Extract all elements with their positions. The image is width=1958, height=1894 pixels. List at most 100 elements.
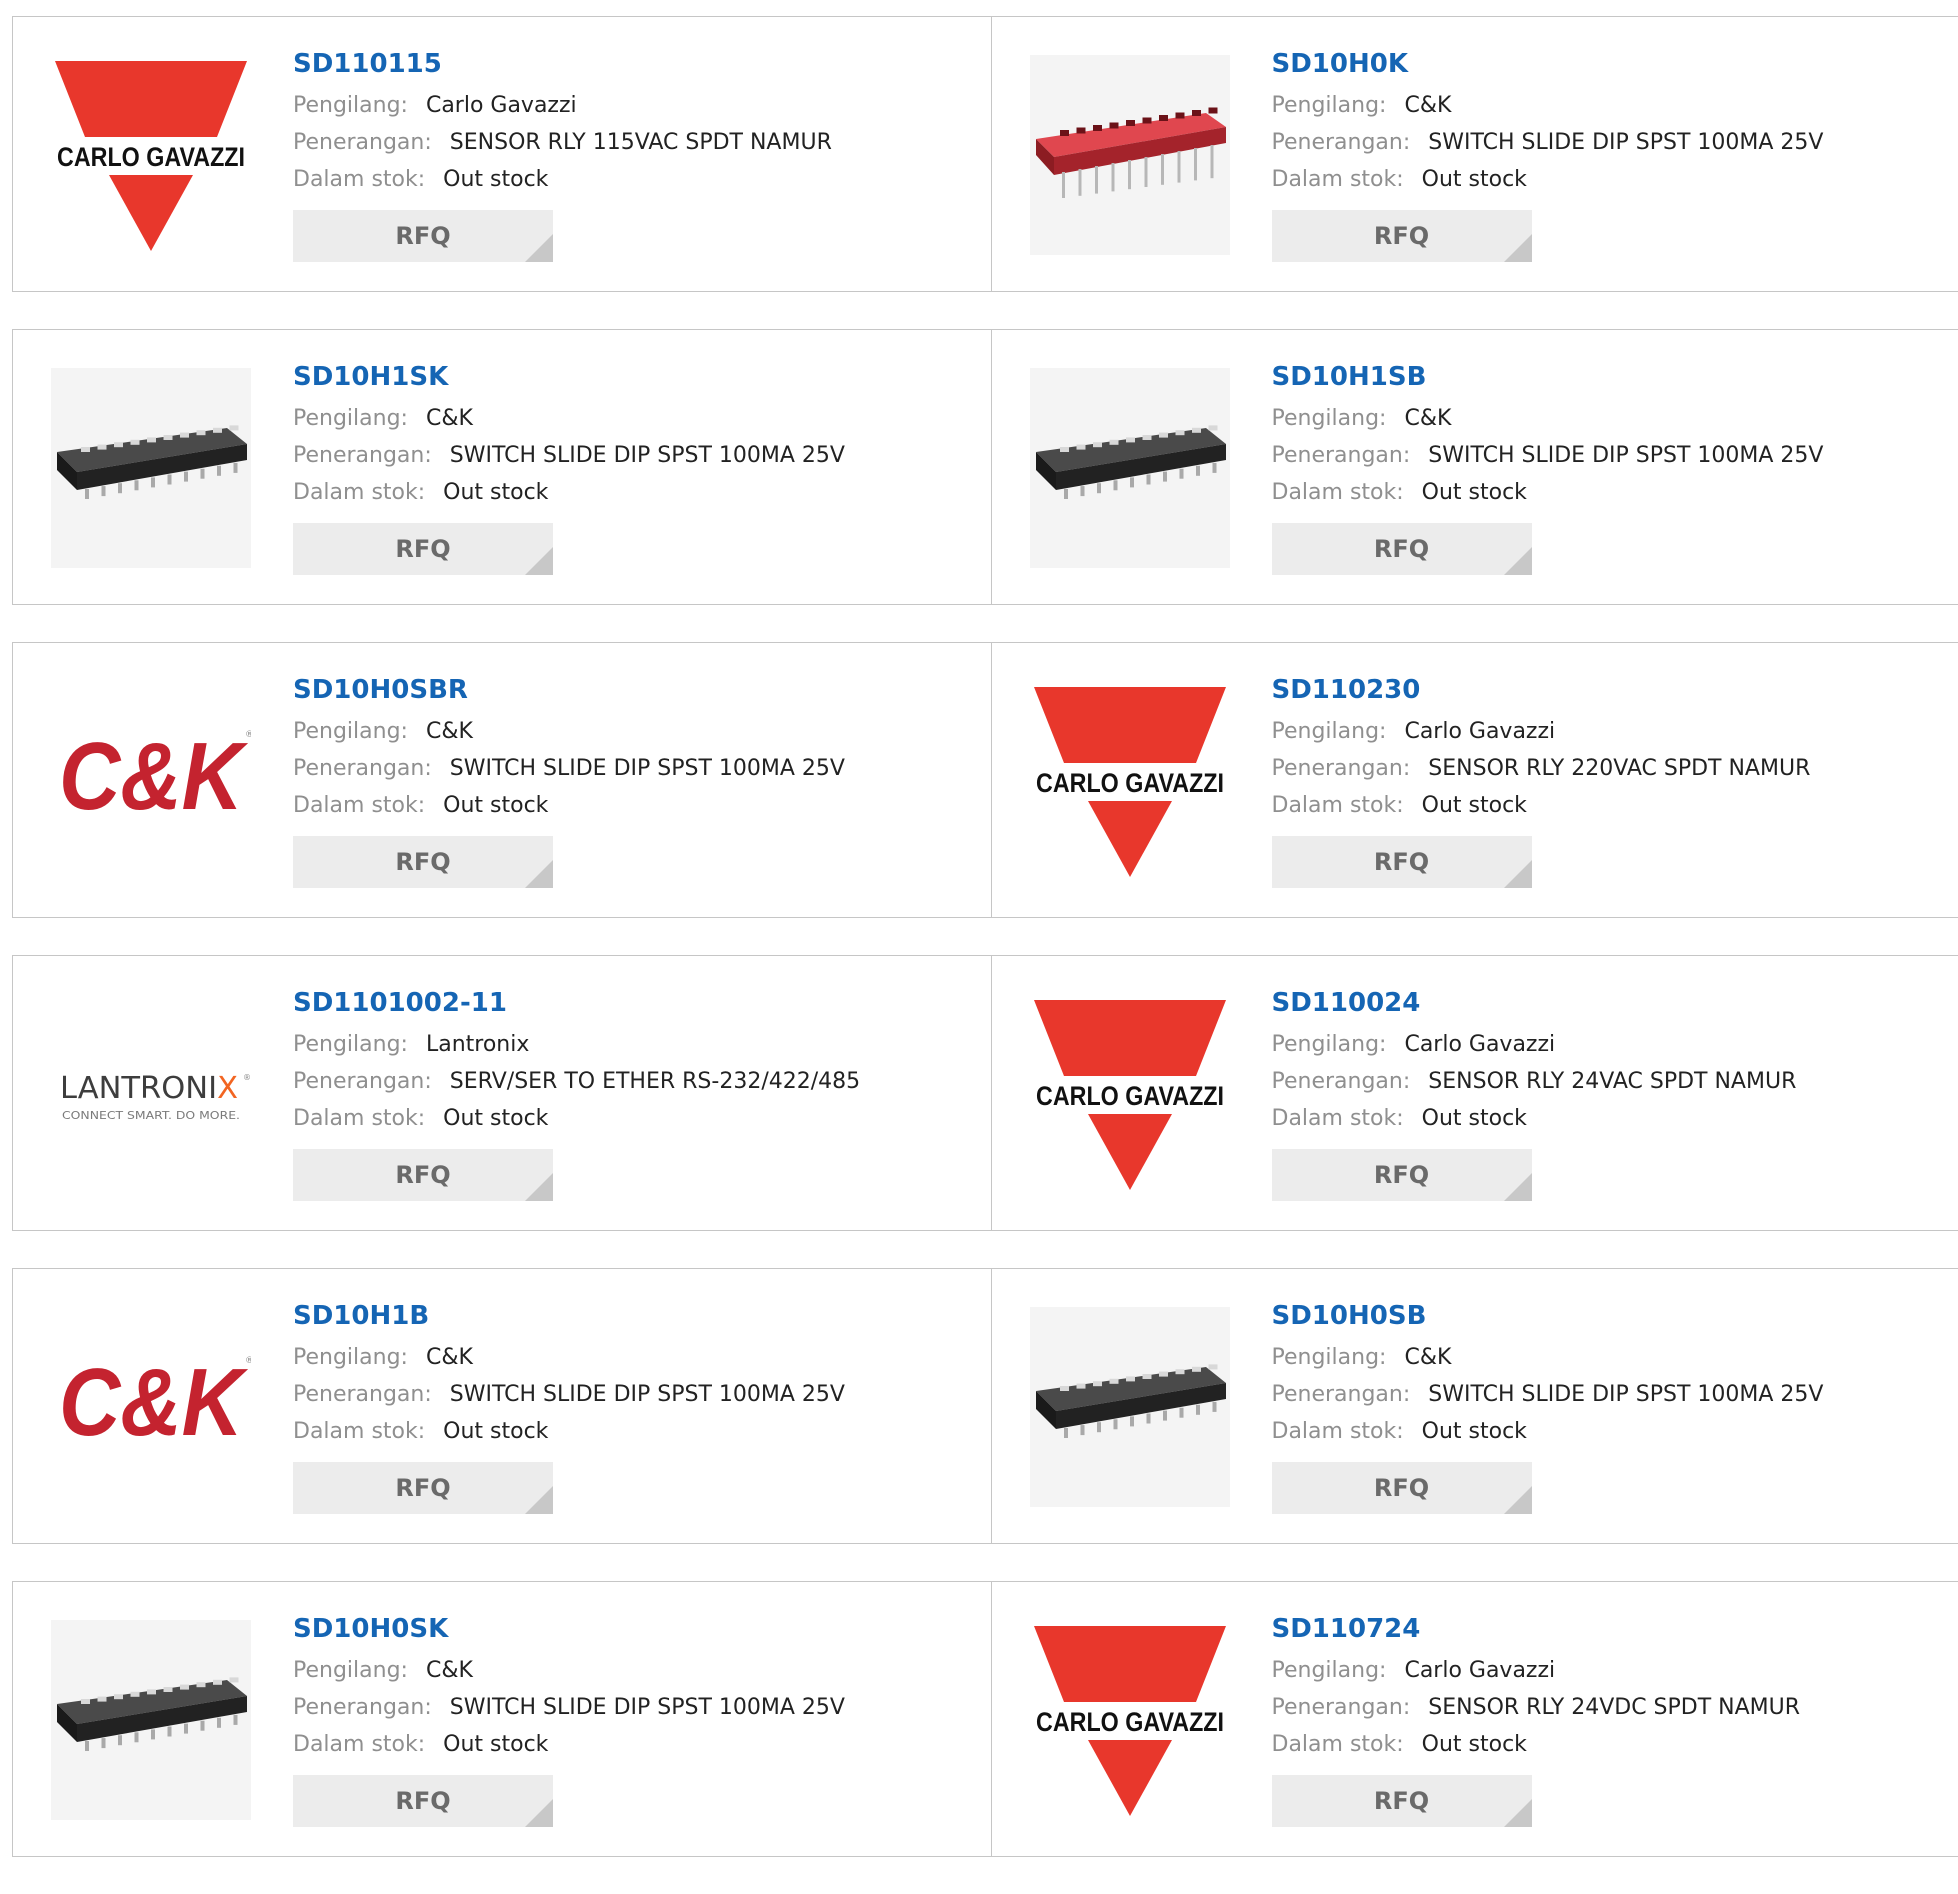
manufacturer-label: Pengilang: [1272,719,1387,744]
rfq-button[interactable]: RFQ [293,1775,553,1827]
part-number-link[interactable]: SD10H1SK [293,360,845,394]
manufacturer-value: C&K [1404,406,1451,431]
black-dip-switch-photo[interactable] [51,368,251,568]
manufacturer-line: Pengilang:C&K [293,1652,845,1689]
product-info: SD10H0SBPengilang:C&KPenerangan:SWITCH S… [1272,1299,1824,1514]
rfq-label: RFQ [395,222,450,250]
corner-fold-icon [525,1799,553,1827]
manufacturer-line: Pengilang:C&K [1272,87,1824,124]
manufacturer-label: Pengilang: [293,1032,408,1057]
part-number-link[interactable]: SD110230 [1272,673,1811,707]
product-card: CARLO GAVAZZISD110115Pengilang:Carlo Gav… [13,17,991,291]
manufacturer-value: C&K [426,1658,473,1683]
description-value: SENSOR RLY 24VAC SPDT NAMUR [1428,1069,1796,1094]
part-number-link[interactable]: SD110024 [1272,986,1797,1020]
manufacturer-line: Pengilang: C&K [1272,400,1824,437]
corner-fold-icon [525,1173,553,1201]
rfq-label: RFQ [395,535,450,563]
product-card: SD10H1SBPengilang:C&KPenerangan:SWITCH S… [991,330,1958,604]
corner-fold-icon [1504,1173,1532,1201]
carlo-gavazzi-logo[interactable]: CARLO GAVAZZI [1030,1620,1230,1820]
manufacturer-label: Pengilang: [1272,1345,1387,1370]
product-row: SD10H0SK Pengilang:C&K Penerangan: SWITCH S… [12,1581,1958,1857]
rfq-label: RFQ [1374,848,1429,876]
carlo-gavazzi-wordmark: CARLO GAVAZZI [1036,1707,1224,1737]
rfq-button[interactable]: RFQ [1272,1462,1532,1514]
description-value: SENSOR RLY 220VAC SPDT NAMUR [1428,756,1810,781]
red-dip-switch-photo[interactable] [1030,55,1230,255]
manufacturer-value: Carlo Gavazzi [1404,1032,1555,1057]
product-card: CARLO GAVAZZISD110724Pengilang:Carlo Gav… [991,1582,1958,1856]
part-number-link[interactable]: SD10H0K [1272,47,1824,81]
black-dip-switch-photo[interactable] [1030,1307,1230,1507]
product-info: SD10H1SBPengilang:C&KPenerangan:SWITCH S… [1272,360,1824,575]
stock-label: Dalam stok: [293,480,425,505]
rfq-button[interactable]: RFQ [1272,1775,1532,1827]
rfq-button[interactable]: RFQ [293,1149,553,1201]
carlo-gavazzi-logo[interactable]: CARLO GAVAZZI [51,55,251,255]
description-value: SWITCH SLIDE DIP SPST 100MA 25V [450,756,845,781]
part-number-link[interactable]: SD1101002-11 [293,986,860,1020]
description-label: Penerangan: [293,1695,432,1720]
part-number-link[interactable]: SD110115 [293,47,832,81]
description-value: SWITCH SLIDE DIP SPST 100MA 25V [450,1382,845,1407]
rfq-button[interactable]: RFQ [1272,836,1532,888]
lantronix-logo[interactable]: LANTRONIX®CONNECT SMART. DO MORE. [51,994,251,1194]
ck-logo[interactable]: C&K® [51,681,251,881]
stock-value: Out stock [443,167,548,192]
part-number-link[interactable]: SD10H1SB [1272,360,1824,394]
corner-fold-icon [1504,860,1532,888]
ck-logo[interactable]: C&K® [51,1307,251,1507]
product-row: C&K®SD10H1BPengilang:C&KPenerangan:SWITC… [12,1268,1958,1544]
stock-label: Dalam stok: [293,1106,425,1131]
stock-value: Out stock [443,1106,548,1131]
stock-line: Dalam stok:Out stock [1272,1100,1797,1137]
black-dip-switch-photo[interactable] [1030,368,1230,568]
rfq-button[interactable]: RFQ [1272,1149,1532,1201]
carlo-gavazzi-logo[interactable]: CARLO GAVAZZI [1030,681,1230,881]
description-line: Penerangan: SWITCH SLIDE DIP SPST 100MA 2… [293,1689,845,1726]
carlo-gavazzi-logo[interactable]: CARLO GAVAZZI [1030,994,1230,1194]
product-row: CARLO GAVAZZISD110115Pengilang:Carlo Gav… [12,16,1958,292]
stock-value: Out stock [443,1732,548,1757]
description-label: Penerangan: [293,443,432,468]
description-label: Penerangan: [293,1382,432,1407]
lantronix-wordmark: LANTRONIX [60,1071,238,1106]
part-number-link[interactable]: SD10H0SK [293,1612,845,1646]
manufacturer-label: Pengilang: [1272,1032,1387,1057]
part-number-link[interactable]: SD10H0SBR [293,673,845,707]
manufacturer-value: C&K [426,406,473,431]
description-label: Penerangan: [293,756,432,781]
rfq-button[interactable]: RFQ [293,836,553,888]
manufacturer-label: Pengilang: [293,719,408,744]
rfq-label: RFQ [395,1161,450,1189]
stock-line: Dalam stok:Out stock [1272,787,1811,824]
rfq-button[interactable]: RFQ [293,523,553,575]
description-line: Penerangan:SWITCH SLIDE DIP SPST 100MA 2… [1272,1376,1824,1413]
rfq-button[interactable]: RFQ [1272,210,1532,262]
part-number-link[interactable]: SD10H1B [293,1299,845,1333]
part-number-link[interactable]: SD110724 [1272,1612,1801,1646]
rfq-button[interactable]: RFQ [1272,523,1532,575]
svg-text:®: ® [243,1073,251,1082]
product-card: C&K® SD10H1B Pengilang:C&K Penerangan: SWITC… [13,1269,991,1543]
part-number-link[interactable]: SD10H0SB [1272,1299,1824,1333]
rfq-button[interactable]: RFQ [293,210,553,262]
manufacturer-line: Pengilang:C&K [293,1339,845,1376]
rfq-label: RFQ [1374,1474,1429,1502]
black-dip-switch-photo[interactable] [51,1620,251,1820]
product-info: SD1101002-11Pengilang:LantronixPeneranga… [293,986,860,1201]
description-value: SWITCH SLIDE DIP SPST 100MA 25V [450,1695,845,1720]
manufacturer-label: Pengilang: [1272,406,1387,431]
product-row: C&K®SD10H0SBRPengilang:C&KPenerangan:SWI… [12,642,1958,918]
corner-fold-icon [525,1486,553,1514]
description-line: Penerangan: SENSOR RLY 220VAC SPDT NAMUR [1272,750,1811,787]
description-label: Penerangan: [293,130,432,155]
description-value: SENSOR RLY 115VAC SPDT NAMUR [450,130,832,155]
rfq-label: RFQ [395,1474,450,1502]
rfq-button[interactable]: RFQ [293,1462,553,1514]
description-label: Penerangan: [1272,756,1411,781]
stock-line: Dalam stok:Out stock [293,161,832,198]
manufacturer-label: Pengilang: [1272,93,1387,118]
corner-fold-icon [525,860,553,888]
